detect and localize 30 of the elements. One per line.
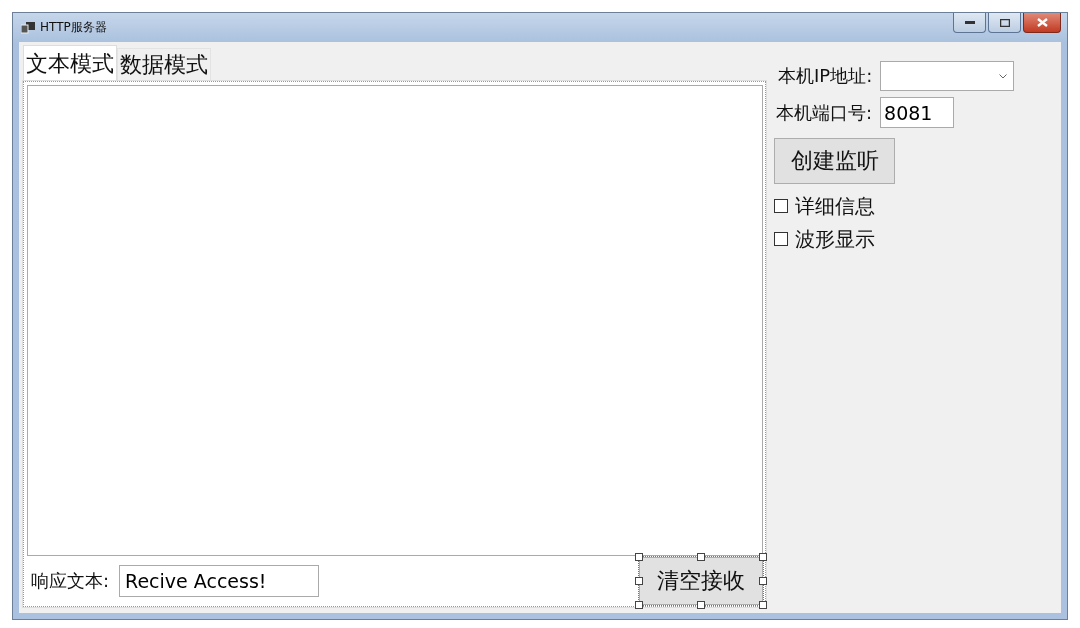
port-field[interactable]: 8081 xyxy=(880,97,955,128)
minimize-icon xyxy=(964,20,975,25)
resize-handle[interactable] xyxy=(759,553,767,561)
tab[interactable]: 数据模式 xyxy=(117,48,211,81)
resize-handle[interactable] xyxy=(635,601,643,609)
close-icon xyxy=(1036,18,1048,27)
maximize-icon xyxy=(999,18,1010,27)
checkbox-label: 波形显示 xyxy=(795,225,875,253)
clear-button[interactable]: 清空接收 xyxy=(639,557,763,605)
resize-handle[interactable] xyxy=(635,553,643,561)
ip-label: 本机IP地址: xyxy=(778,64,873,88)
resize-handle[interactable] xyxy=(697,553,705,561)
listen-button[interactable]: 创建监听 xyxy=(774,138,895,184)
resize-handle[interactable] xyxy=(635,577,643,585)
app-icon xyxy=(21,21,35,34)
response-label: 响应文本: xyxy=(31,569,110,593)
minimize-button[interactable] xyxy=(953,13,986,33)
chevron-down-icon xyxy=(999,73,1008,79)
window-title: HTTP服务器 xyxy=(40,19,107,36)
checkbox[interactable] xyxy=(774,199,788,213)
resize-handle[interactable] xyxy=(759,577,767,585)
response-field[interactable]: Recive Access! xyxy=(119,565,320,597)
close-button[interactable] xyxy=(1023,13,1061,33)
checkbox[interactable] xyxy=(774,232,788,246)
resize-handle[interactable] xyxy=(697,601,705,609)
tab[interactable]: 文本模式 xyxy=(23,45,117,81)
resize-handle[interactable] xyxy=(759,601,767,609)
checkbox-label: 详细信息 xyxy=(795,192,875,220)
port-label: 本机端口号: xyxy=(776,100,873,125)
maximize-button[interactable] xyxy=(988,13,1021,33)
